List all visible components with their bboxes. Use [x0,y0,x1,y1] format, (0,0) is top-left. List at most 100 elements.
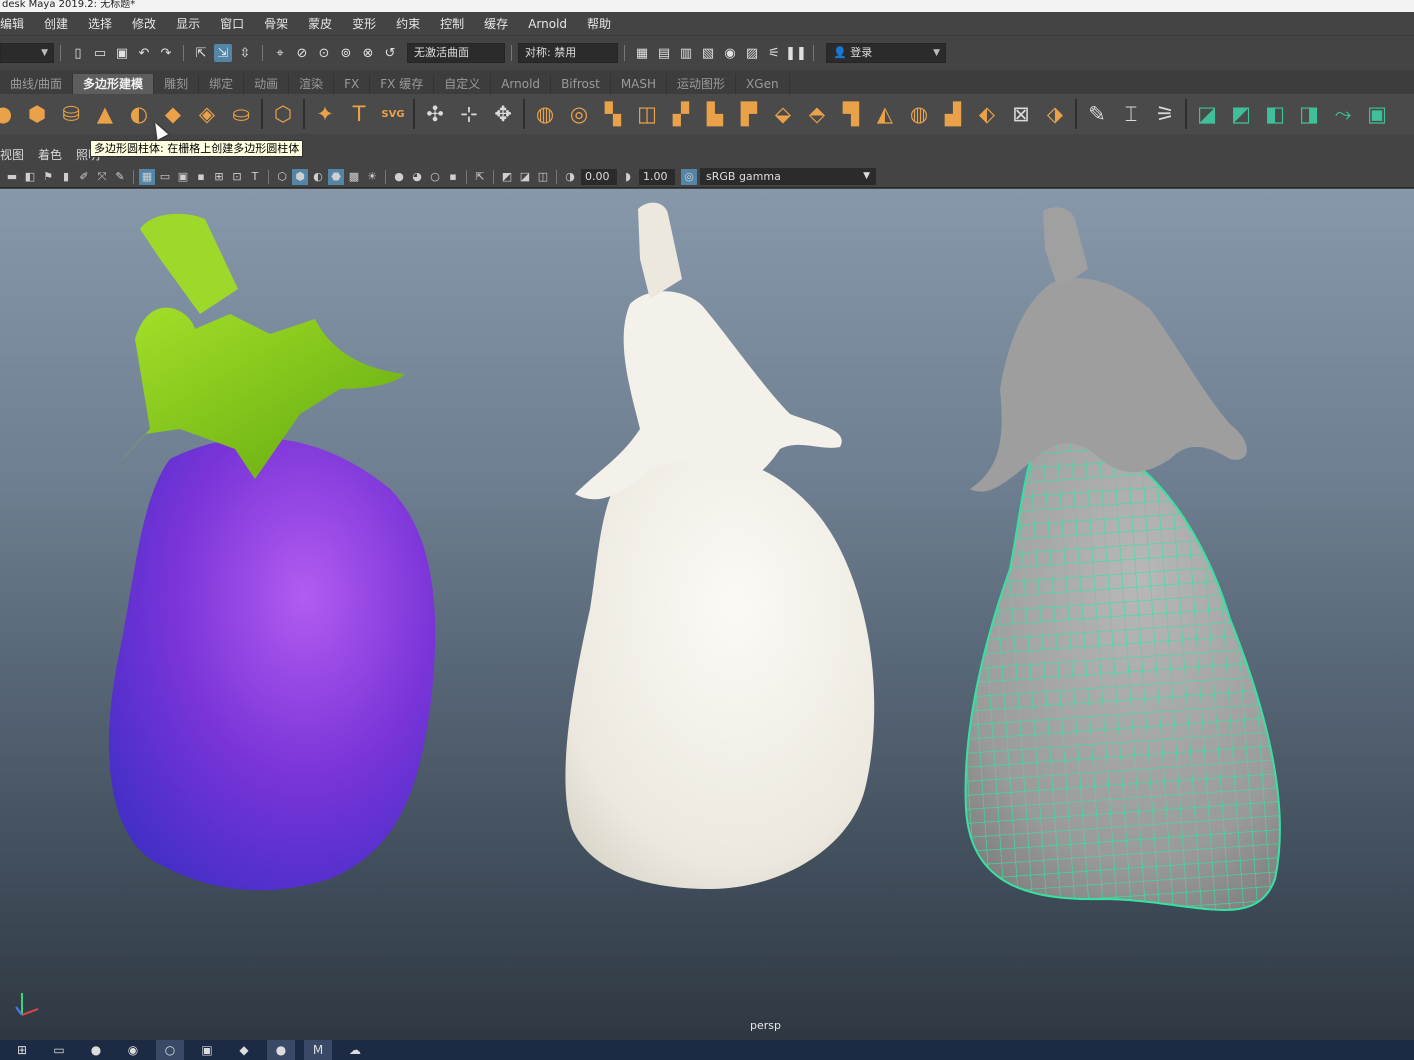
shelf-tab-mash[interactable]: MASH [611,74,668,94]
panel-menu-shading[interactable]: 着色 [38,146,72,163]
network-icon[interactable]: ☁ [341,1040,369,1060]
exposure-field[interactable]: 0.00 [581,168,617,185]
search-icon[interactable]: ○ [156,1040,184,1060]
extract-icon[interactable]: ▚ [596,97,630,131]
menu-skin[interactable]: 蒙皮 [296,15,340,32]
render-frame-icon[interactable]: ▤ [655,44,673,62]
reverse-normals-icon[interactable]: ◨ [1292,97,1326,131]
pause-icon[interactable]: ❚❚ [785,44,807,62]
xray-components-icon[interactable]: ◫ [535,169,551,185]
shelf-tab-fx[interactable]: FX [334,74,371,94]
shelf-tab-motion-graphics[interactable]: 运动图形 [667,74,737,94]
snap-view-icon[interactable]: ⊚ [337,44,355,62]
wireframe-on-shaded-icon[interactable]: ⬣ [328,168,344,185]
wireframe-icon[interactable]: ⬡ [274,169,290,185]
snap-surface-icon[interactable]: ⊗ [359,44,377,62]
gate-mask-icon[interactable]: ▪ [193,169,209,185]
menu-help[interactable]: 帮助 [575,15,619,32]
hypershade-icon[interactable]: ◉ [721,44,739,62]
camera-attributes-icon[interactable]: ◧ [22,169,38,185]
eggplant-white-clay[interactable] [565,202,875,889]
poly-cube-icon[interactable]: ⬢ [20,97,54,131]
grid-icon[interactable]: ▦ [139,168,155,185]
panel-menu-view[interactable]: 视图 [0,146,34,163]
maya-icon[interactable]: M [304,1040,332,1060]
menu-arnold[interactable]: Arnold [516,17,575,31]
live-surface-field[interactable]: 无激活曲面 [407,43,505,63]
chat-icon[interactable]: ● [267,1040,295,1060]
uv-editor-icon[interactable]: ✎ [1080,97,1114,131]
poly-disc-icon[interactable]: ◈ [190,97,224,131]
menu-select[interactable]: 选择 [76,15,120,32]
smooth-shade-icon[interactable]: ⬢ [292,168,308,185]
film-gate-icon[interactable]: ▭ [157,169,173,185]
xray-icon[interactable]: ◩ [499,169,515,185]
shelf-tab-sculpting[interactable]: 雕刻 [154,74,200,94]
menu-display[interactable]: 显示 [164,15,208,32]
poly-pipe-icon[interactable]: ⛀ [224,97,258,131]
menu-windows[interactable]: 窗口 [208,15,252,32]
menu-deform[interactable]: 变形 [340,15,384,32]
safe-action-icon[interactable]: ⊡ [229,169,245,185]
menu-cache[interactable]: 缓存 [472,15,516,32]
media-icon[interactable]: ◆ [230,1040,258,1060]
bevel-icon[interactable]: ▛ [732,97,766,131]
start-icon[interactable]: ⊞ [8,1040,36,1060]
default-material-icon[interactable]: ◐ [310,169,326,185]
mirror-icon[interactable]: ◫ [630,97,664,131]
combine-icon[interactable]: ◍ [528,97,562,131]
snap-point-icon[interactable]: ⊙ [315,44,333,62]
separate-icon[interactable]: ◎ [562,97,596,131]
snap-live-icon[interactable]: ↺ [381,44,399,62]
quad-draw-icon[interactable]: ⊠ [1004,97,1038,131]
center-pivot-icon[interactable]: ✥ [486,97,520,131]
field-chart-icon[interactable]: ⊞ [211,169,227,185]
view-transform-dropdown[interactable]: sRGB gamma ▼ [700,168,876,185]
shelf-tab-fx-caching[interactable]: FX 缓存 [370,74,435,94]
shelf-tab-rigging[interactable]: 绑定 [199,74,245,94]
poly-cylinder-icon[interactable]: ⛁ [54,97,88,131]
menu-edit[interactable]: 编辑 [0,15,32,32]
image-plane-icon[interactable]: ▮ [58,169,74,185]
menu-create[interactable]: 创建 [32,15,76,32]
ambient-occlusion-icon[interactable]: ◕ [409,169,425,185]
auto-uv-icon[interactable]: ⚞ [1148,97,1182,131]
arnold-render-icon[interactable]: ▨ [743,44,761,62]
menuset-dropdown[interactable]: ▼ [0,43,54,63]
save-scene-icon[interactable]: ▣ [113,44,131,62]
sculpt-tool-icon[interactable]: ✣ [418,97,452,131]
poly-cone-icon[interactable]: ▲ [88,97,122,131]
insert-edge-loop-icon[interactable]: ⬘ [800,97,834,131]
render-view-icon[interactable]: ▦ [633,44,651,62]
shelf-tab-curves-surfaces[interactable]: 曲线/曲面 [0,74,74,94]
bridge-icon[interactable]: ▙ [698,97,732,131]
multi-cut-icon[interactable]: ◍ [902,97,936,131]
menu-control[interactable]: 控制 [428,15,472,32]
shelf-tab-rendering[interactable]: 渲染 [289,74,335,94]
transfer-attributes-icon[interactable]: ◪ [1190,97,1224,131]
snap-grid-icon[interactable]: ⌖ [271,44,289,62]
motion-blur-icon[interactable]: ○ [427,169,443,185]
shelf-tab-custom[interactable]: 自定义 [434,74,492,94]
poly-sphere-icon[interactable]: ● [0,97,20,131]
select-camera-icon[interactable]: ▬ [4,169,20,185]
shelf-tab-animation[interactable]: 动画 [244,74,290,94]
isolate-select-icon[interactable]: ⇱ [472,169,488,185]
shelf-tab-xgen[interactable]: XGen [736,74,790,94]
smooth-icon[interactable]: ▞ [664,97,698,131]
planar-uv-icon[interactable]: ⌶ [1114,97,1148,131]
textured-icon[interactable]: ▩ [346,169,362,185]
login-dropdown[interactable]: 👤 登录 ▼ [826,43,946,63]
arnold-ipr-icon[interactable]: ⚟ [765,44,783,62]
select-object-icon[interactable]: ⇲ [214,44,232,62]
fill-hole-icon[interactable]: ◭ [868,97,902,131]
svg-tool-icon[interactable]: SVG [376,97,410,131]
duplicate-face-icon[interactable]: ⬗ [1038,97,1072,131]
perspective-viewport[interactable]: persp [0,189,1414,1040]
merge-vertex-icon[interactable]: ⊹ [452,97,486,131]
bookmark-icon[interactable]: ⚑ [40,169,56,185]
browser-icon[interactable]: ● [82,1040,110,1060]
2d-pan-zoom-icon[interactable]: ⤧ [94,169,110,185]
menu-modify[interactable]: 修改 [120,15,164,32]
antialiasing-icon[interactable]: ▪ [445,169,461,185]
